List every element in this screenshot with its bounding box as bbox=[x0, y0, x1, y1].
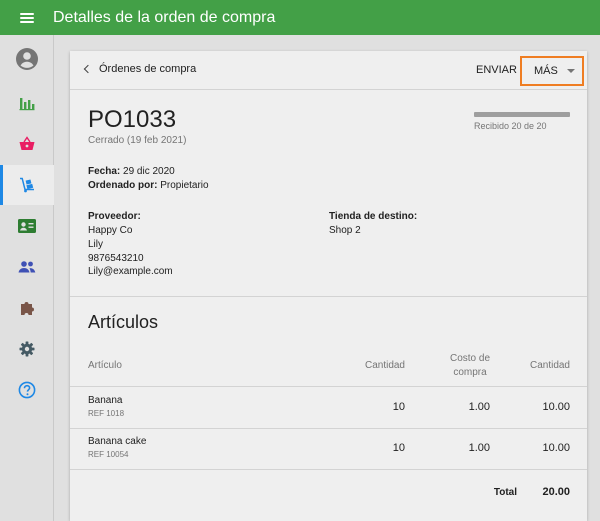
chevron-left-icon bbox=[83, 64, 93, 74]
sidebar-item-inventory[interactable] bbox=[0, 165, 54, 205]
table-header-divider bbox=[70, 386, 587, 387]
col-header-quantity: Cantidad bbox=[364, 360, 405, 371]
card-header: Órdenes de compra ENVIAR MÁS bbox=[70, 51, 587, 90]
store-value: Shop 2 bbox=[329, 225, 361, 236]
received-progress-bar bbox=[474, 112, 570, 117]
total-label: Total bbox=[493, 487, 517, 498]
puzzle-icon bbox=[21, 302, 34, 315]
supplier-phone: 9876543210 bbox=[88, 253, 144, 264]
received-progress-label: Recibido 20 de 20 bbox=[474, 121, 547, 131]
sidebar-item-integrations[interactable] bbox=[0, 288, 54, 328]
date-row: Fecha: 29 dic 2020 bbox=[88, 166, 175, 177]
received-progress-fill bbox=[474, 112, 570, 117]
supplier-name: Happy Co bbox=[88, 225, 133, 236]
ordered-by-row: Ordenado por: Propietario bbox=[88, 180, 209, 191]
col-header-amount: Cantidad bbox=[529, 360, 570, 371]
help-circle-icon bbox=[18, 381, 36, 399]
row-divider bbox=[70, 428, 587, 429]
col-header-cost-line2: compra bbox=[453, 367, 487, 378]
item-amount: 10.00 bbox=[542, 401, 570, 413]
menu-icon[interactable] bbox=[20, 12, 34, 23]
ordered-by-label: Ordenado por: bbox=[88, 180, 158, 191]
dropdown-caret-icon bbox=[566, 69, 575, 73]
col-header-cost-line1: Costo de bbox=[449, 353, 491, 364]
sidebar-item-sales[interactable] bbox=[0, 124, 54, 164]
items-section-title: Artículos bbox=[88, 312, 159, 332]
po-number: PO1033 bbox=[88, 106, 177, 133]
sidebar-item-account[interactable] bbox=[0, 39, 54, 79]
item-quantity: 10 bbox=[392, 401, 405, 413]
date-value: 29 dic 2020 bbox=[123, 166, 175, 177]
gear-icon bbox=[19, 341, 35, 357]
shopping-basket-icon bbox=[19, 136, 35, 150]
page-title: Detalles de la orden de compra bbox=[53, 8, 276, 26]
sidebar bbox=[0, 35, 54, 521]
store-label: Tienda de destino: bbox=[329, 211, 418, 222]
supplier-contact: Lily bbox=[88, 239, 104, 250]
col-header-article: Artículo bbox=[88, 360, 122, 371]
row-divider bbox=[70, 469, 587, 470]
bar-chart-icon bbox=[19, 98, 35, 111]
col-header-cost: Costo de compra bbox=[440, 352, 500, 380]
item-ref: REF 10054 bbox=[88, 450, 129, 459]
send-button[interactable]: ENVIAR bbox=[476, 64, 517, 76]
contact-card-icon bbox=[18, 219, 36, 233]
ordered-by-value: Propietario bbox=[160, 180, 209, 191]
sidebar-item-help[interactable] bbox=[0, 370, 54, 410]
dolly-cart-icon bbox=[20, 177, 34, 193]
supplier-label: Proveedor: bbox=[88, 211, 141, 222]
item-ref: REF 1018 bbox=[88, 409, 125, 418]
sidebar-item-settings[interactable] bbox=[0, 329, 54, 369]
people-icon bbox=[18, 261, 36, 273]
purchase-order-card: Órdenes de compra ENVIAR MÁS PO1033 Cerr… bbox=[70, 51, 587, 521]
supplier-email: Lily@example.com bbox=[88, 266, 173, 277]
date-label: Fecha: bbox=[88, 166, 121, 177]
item-amount: 10.00 bbox=[542, 442, 570, 454]
section-divider bbox=[70, 296, 587, 297]
item-quantity: 10 bbox=[392, 442, 405, 454]
total-value: 20.00 bbox=[542, 486, 570, 498]
item-name: Banana cake bbox=[88, 436, 147, 447]
more-button[interactable]: MÁS bbox=[520, 56, 584, 86]
item-cost: 1.00 bbox=[468, 401, 490, 413]
item-cost: 1.00 bbox=[468, 442, 490, 454]
sidebar-item-reports[interactable] bbox=[0, 83, 54, 123]
more-button-label: MÁS bbox=[534, 65, 558, 77]
back-link-label: Órdenes de compra bbox=[99, 63, 197, 75]
top-app-bar: Detalles de la orden de compra bbox=[0, 0, 600, 35]
sidebar-item-employees[interactable] bbox=[0, 206, 54, 246]
po-status: Cerrado (19 feb 2021) bbox=[88, 135, 187, 146]
item-name: Banana bbox=[88, 395, 123, 406]
account-circle-icon bbox=[16, 48, 38, 70]
sidebar-item-customers[interactable] bbox=[0, 247, 54, 287]
back-link[interactable]: Órdenes de compra bbox=[83, 63, 197, 75]
